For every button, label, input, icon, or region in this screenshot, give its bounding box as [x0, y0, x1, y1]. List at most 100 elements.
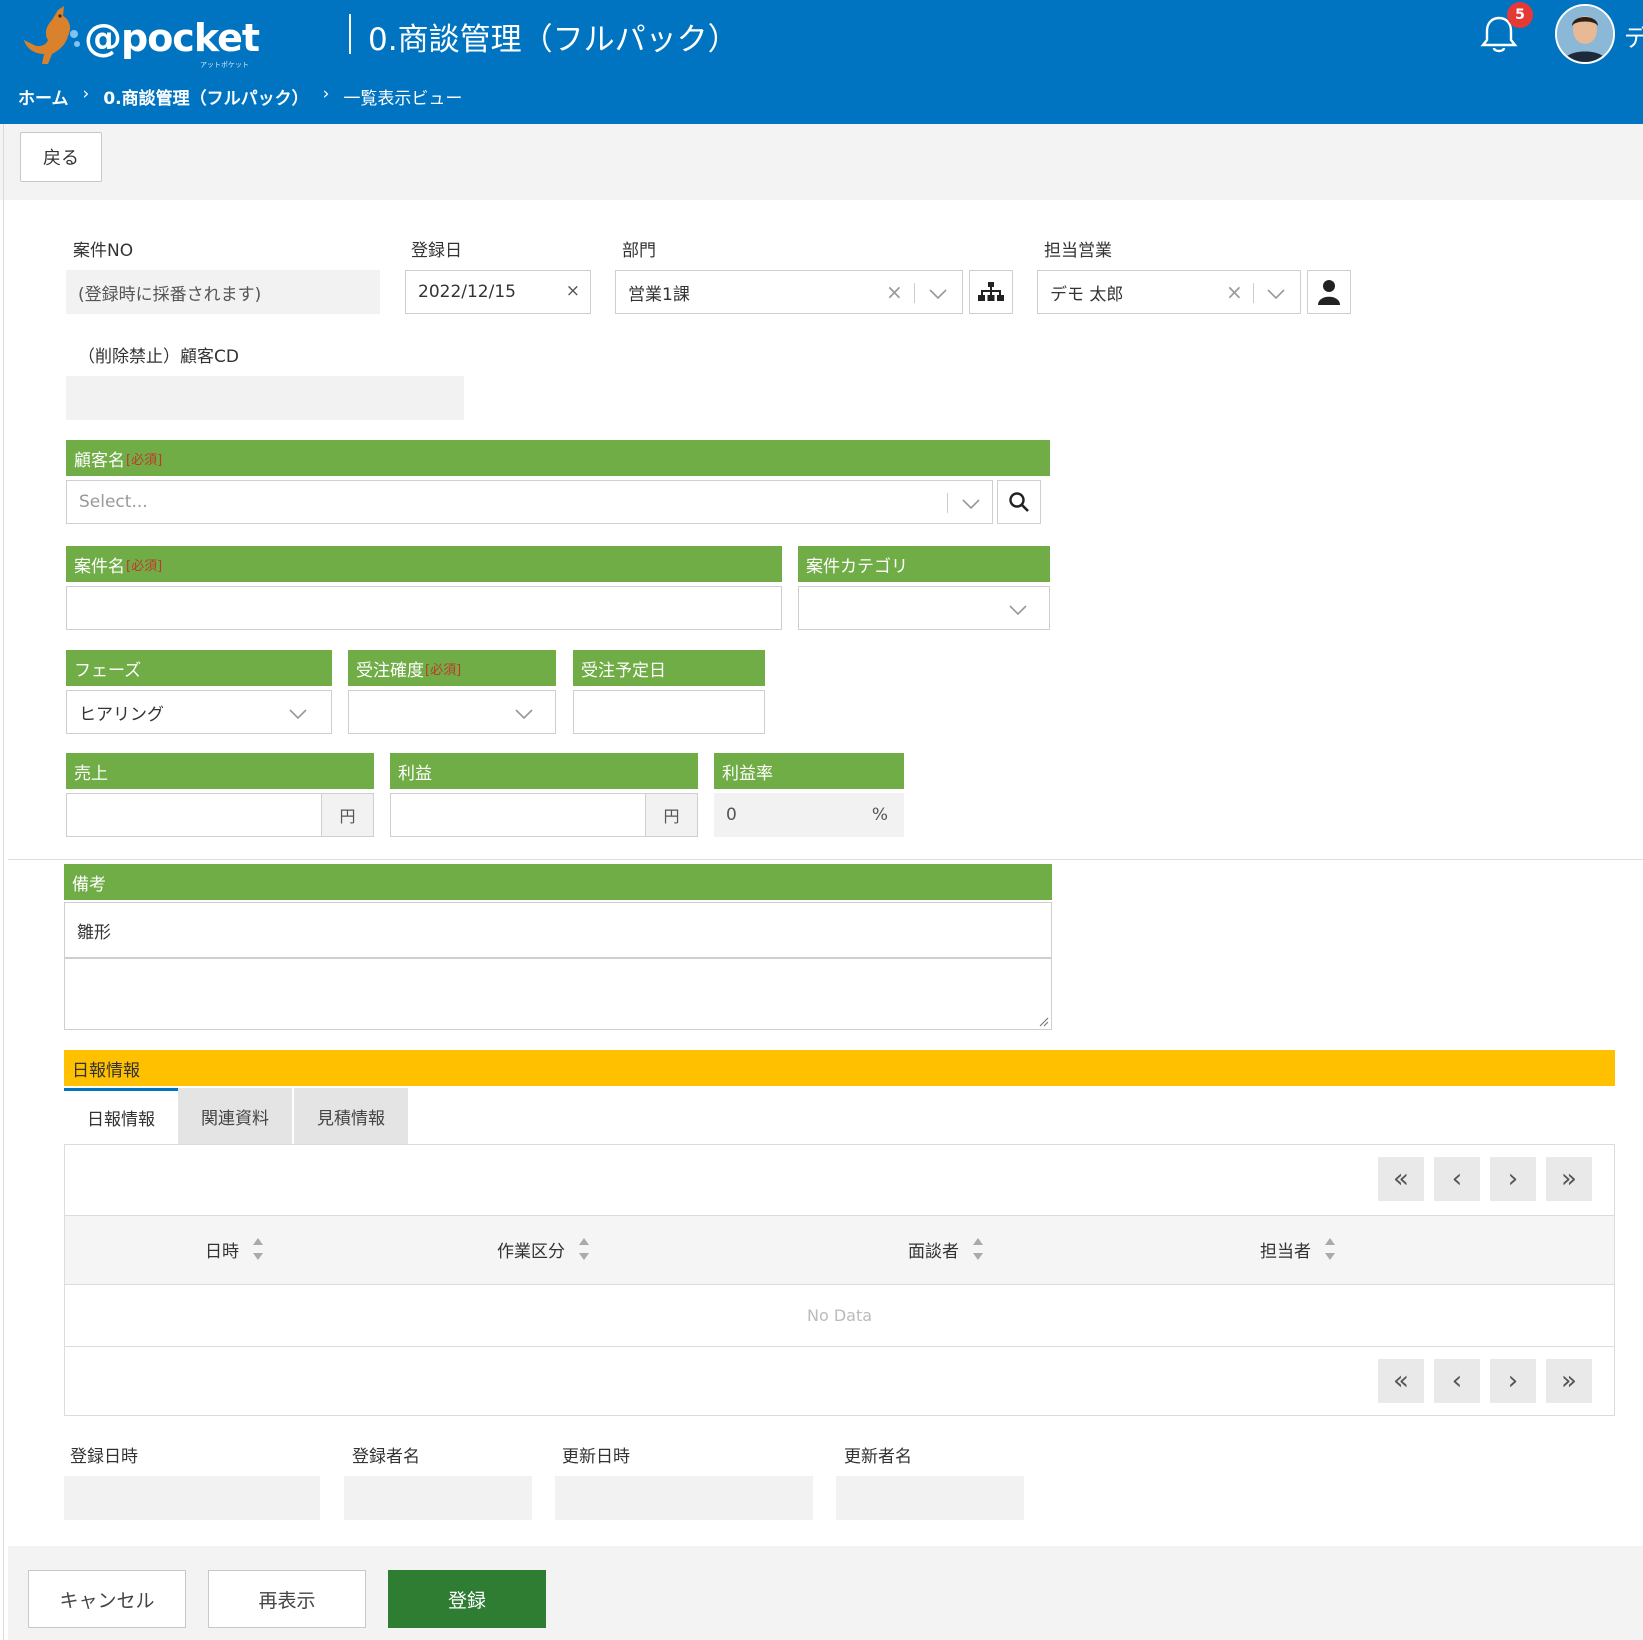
back-button[interactable]: 戻る	[20, 132, 102, 182]
refresh-button[interactable]: 再表示	[208, 1570, 366, 1628]
profit-label: 利益	[398, 763, 432, 784]
tab-related-docs[interactable]: 関連資料	[178, 1088, 292, 1144]
updated-by-label: 更新者名	[844, 1447, 912, 1467]
order-prob-select[interactable]	[348, 690, 556, 734]
notes-textarea[interactable]	[64, 958, 1052, 1030]
reg-date-value: 2022/12/15	[418, 282, 516, 302]
updated-at-field	[555, 1476, 813, 1520]
tab-estimates[interactable]: 見積情報	[294, 1088, 408, 1144]
select-divider	[914, 283, 915, 303]
customer-name-placeholder: Select...	[79, 492, 148, 512]
sales-input[interactable]: 円	[66, 793, 374, 837]
column-header-interviewee[interactable]: 面談者	[908, 1236, 983, 1262]
submit-button[interactable]: 登録	[388, 1570, 546, 1628]
breadcrumb-module[interactable]: 0.商談管理（フルパック）	[103, 84, 308, 109]
created-by-label: 登録者名	[352, 1447, 420, 1467]
case-name-input[interactable]	[66, 586, 782, 630]
sales-rep-value: デモ 太郎	[1050, 284, 1124, 305]
breadcrumb: ホーム › 0.商談管理（フルパック） › 一覧表示ビュー	[18, 84, 462, 109]
pager-prev-bottom[interactable]: ‹	[1434, 1359, 1480, 1403]
column-header-assignee[interactable]: 担当者	[1260, 1236, 1335, 1262]
phase-select[interactable]: ヒアリング	[66, 690, 332, 734]
case-no-field: (登録時に採番されます)	[66, 270, 380, 314]
notes-header: 備考	[64, 864, 1052, 900]
profit-input[interactable]: 円	[390, 793, 698, 837]
breadcrumb-home[interactable]: ホーム	[18, 84, 69, 109]
case-category-select[interactable]	[798, 586, 1050, 630]
customer-cd-label: （削除禁止）顧客CD	[78, 347, 239, 367]
user-avatar[interactable]	[1555, 4, 1615, 64]
kangaroo-logo-icon[interactable]	[18, 4, 80, 66]
order-date-label: 受注予定日	[581, 660, 666, 681]
customer-name-header: 顧客名 [必須]	[66, 440, 1050, 476]
select-divider	[947, 493, 948, 513]
column-header-work-type[interactable]: 作業区分	[497, 1236, 589, 1262]
sort-icon[interactable]	[973, 1236, 983, 1262]
resize-handle-icon[interactable]	[1037, 1015, 1049, 1027]
daily-report-title: 日報情報	[72, 1060, 140, 1081]
select-divider	[1253, 283, 1254, 303]
order-date-input[interactable]	[573, 690, 765, 734]
sales-label: 売上	[74, 763, 108, 784]
clear-date-icon[interactable]: ×	[566, 281, 580, 301]
customer-search-button[interactable]	[997, 480, 1041, 524]
notification-badge: 5	[1507, 2, 1533, 28]
chevron-down-icon[interactable]	[289, 709, 307, 719]
pager-first-bottom[interactable]: «	[1378, 1359, 1424, 1403]
tab-daily-report[interactable]: 日報情報	[64, 1088, 178, 1144]
sort-icon[interactable]	[579, 1236, 589, 1262]
breadcrumb-separator: ›	[82, 84, 90, 104]
pager-next-top[interactable]: ›	[1490, 1157, 1536, 1201]
updated-at-label: 更新日時	[562, 1447, 630, 1467]
cancel-button[interactable]: キャンセル	[28, 1570, 186, 1628]
user-name[interactable]: デ	[1624, 18, 1643, 53]
daily-report-grid: « ‹ › » 日時 作業区分 面談者 担当者 No Data « ‹ › »	[64, 1144, 1615, 1416]
customer-name-select[interactable]: Select...	[66, 480, 993, 524]
column-label: 担当者	[1260, 1241, 1311, 1262]
created-at-label: 登録日時	[70, 1447, 138, 1467]
required-mark: [必須]	[126, 452, 163, 468]
clear-sales-rep-icon[interactable]: ×	[1226, 280, 1243, 304]
grid-empty-message: No Data	[65, 1285, 1614, 1347]
required-mark: [必須]	[425, 662, 462, 678]
user-picker-button[interactable]	[1307, 270, 1351, 314]
column-label: 作業区分	[497, 1241, 565, 1262]
pager-last-top[interactable]: »	[1546, 1157, 1592, 1201]
pager-prev-top[interactable]: ‹	[1434, 1157, 1480, 1201]
person-icon	[1318, 280, 1340, 305]
case-category-header: 案件カテゴリ	[798, 546, 1050, 582]
profit-rate-value: 0	[726, 805, 737, 825]
order-prob-header: 受注確度 [必須]	[348, 650, 556, 686]
breadcrumb-current: 一覧表示ビュー	[343, 89, 463, 109]
pager-next-bottom[interactable]: ›	[1490, 1359, 1536, 1403]
logo-text[interactable]: @pocket	[84, 16, 260, 60]
department-select[interactable]: 営業1課 ×	[615, 270, 963, 314]
toolbar: 戻る	[0, 124, 1643, 200]
column-label: 日時	[205, 1241, 239, 1262]
org-tree-button[interactable]	[969, 270, 1013, 314]
org-chart-icon	[978, 282, 1004, 301]
column-header-datetime[interactable]: 日時	[205, 1236, 263, 1262]
sales-header: 売上	[66, 753, 374, 789]
sales-rep-select[interactable]: デモ 太郎 ×	[1037, 270, 1301, 314]
phase-value: ヒアリング	[79, 704, 164, 725]
notes-template-line[interactable]: 雛形	[64, 902, 1052, 958]
notes-label: 備考	[72, 874, 106, 895]
page-title: 0.商談管理（フルパック）	[368, 22, 739, 58]
reg-date-input[interactable]: 2022/12/15 ×	[405, 270, 591, 314]
chevron-down-icon[interactable]	[929, 289, 947, 299]
chevron-down-icon[interactable]	[962, 499, 980, 509]
sort-icon[interactable]	[1325, 1236, 1335, 1262]
chevron-down-icon[interactable]	[1267, 289, 1285, 299]
sales-unit: 円	[321, 794, 373, 836]
clear-department-icon[interactable]: ×	[886, 280, 903, 304]
pager-last-bottom[interactable]: »	[1546, 1359, 1592, 1403]
customer-cd-field	[66, 376, 464, 420]
sort-icon[interactable]	[253, 1236, 263, 1262]
created-by-field	[344, 1476, 532, 1520]
chevron-down-icon[interactable]	[1009, 605, 1027, 615]
chevron-down-icon[interactable]	[515, 709, 533, 719]
profit-unit: 円	[645, 794, 697, 836]
case-name-label: 案件名	[74, 556, 125, 577]
pager-first-top[interactable]: «	[1378, 1157, 1424, 1201]
